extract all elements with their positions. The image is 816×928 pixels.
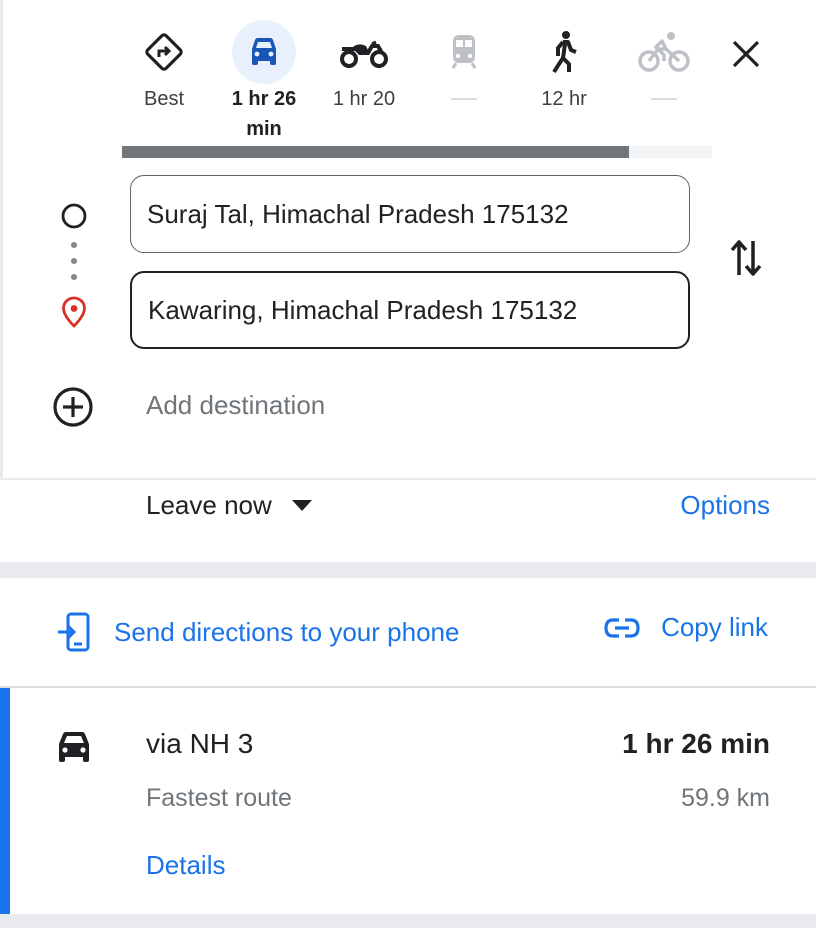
bicycle-icon (638, 32, 690, 72)
caret-down-icon (291, 499, 312, 511)
mode-best[interactable]: Best (114, 20, 214, 114)
motorcycle-icon (340, 40, 388, 68)
route-distance: 59.9 km (681, 784, 770, 812)
mode-best-label: Best (143, 88, 185, 110)
route-connector-dot (71, 242, 77, 248)
destination-input[interactable]: Kawaring, Himachal Pradesh 175132 (130, 271, 690, 349)
send-to-phone-button[interactable]: Send directions to your phone (56, 612, 459, 652)
close-button[interactable] (726, 34, 766, 74)
train-icon (451, 35, 477, 69)
add-circle-icon[interactable] (52, 386, 94, 428)
options-button[interactable]: Options (680, 490, 770, 521)
copy-link-button[interactable]: Copy link (603, 612, 768, 643)
route-connector-dot (71, 258, 77, 264)
directions-icon (145, 33, 183, 71)
swap-waypoints-button[interactable] (724, 234, 768, 282)
destination-pin-icon (62, 296, 86, 328)
close-icon (732, 40, 760, 68)
mode-cycling-unavailable (651, 98, 677, 100)
route-details-link[interactable]: Details (146, 850, 225, 881)
loading-progress-fill (122, 146, 630, 158)
mode-two-wheeler[interactable]: 1 hr 20 (314, 20, 414, 114)
walking-icon (552, 31, 577, 74)
route-connector-dot (71, 274, 77, 280)
mode-transit[interactable] (414, 20, 514, 100)
add-destination-button[interactable]: Add destination (146, 390, 325, 421)
selected-route-indicator (0, 688, 10, 914)
route-option-card[interactable]: via NH 3 Fastest route 1 hr 26 min 59.9 … (0, 688, 816, 914)
origin-input[interactable]: Suraj Tal, Himachal Pradesh 175132 (130, 175, 690, 253)
panel-left-border (0, 0, 3, 480)
route-duration: 1 hr 26 min (622, 728, 770, 759)
car-icon (252, 38, 276, 65)
car-icon (59, 732, 89, 762)
departure-time-label: Leave now (146, 490, 272, 520)
mode-walking[interactable]: 12 hr (514, 20, 614, 114)
divider (0, 478, 816, 480)
loading-progress-bar (122, 146, 712, 158)
mode-two-wheeler-label: 1 hr 20 (332, 88, 396, 110)
mode-walking-label: 12 hr (541, 88, 587, 110)
link-icon (604, 617, 640, 638)
copy-link-label: Copy link (661, 612, 768, 642)
mode-driving-label: 1 hr 26 min (231, 88, 297, 140)
travel-mode-bar: Best 1 hr 26 min 1 hr 20 12 hr (114, 20, 714, 146)
mode-driving[interactable]: 1 hr 26 min (214, 20, 314, 144)
departure-time-dropdown[interactable]: Leave now (146, 490, 312, 521)
send-to-phone-icon (58, 612, 90, 652)
mode-cycling[interactable] (614, 20, 714, 100)
section-separator (0, 562, 816, 578)
route-subtitle: Fastest route (146, 784, 292, 812)
origin-circle-icon (61, 203, 87, 229)
mode-transit-unavailable (451, 98, 477, 100)
swap-icon (730, 240, 762, 276)
route-name: via NH 3 (146, 728, 254, 759)
send-to-phone-label: Send directions to your phone (114, 616, 460, 647)
section-separator (0, 914, 816, 928)
